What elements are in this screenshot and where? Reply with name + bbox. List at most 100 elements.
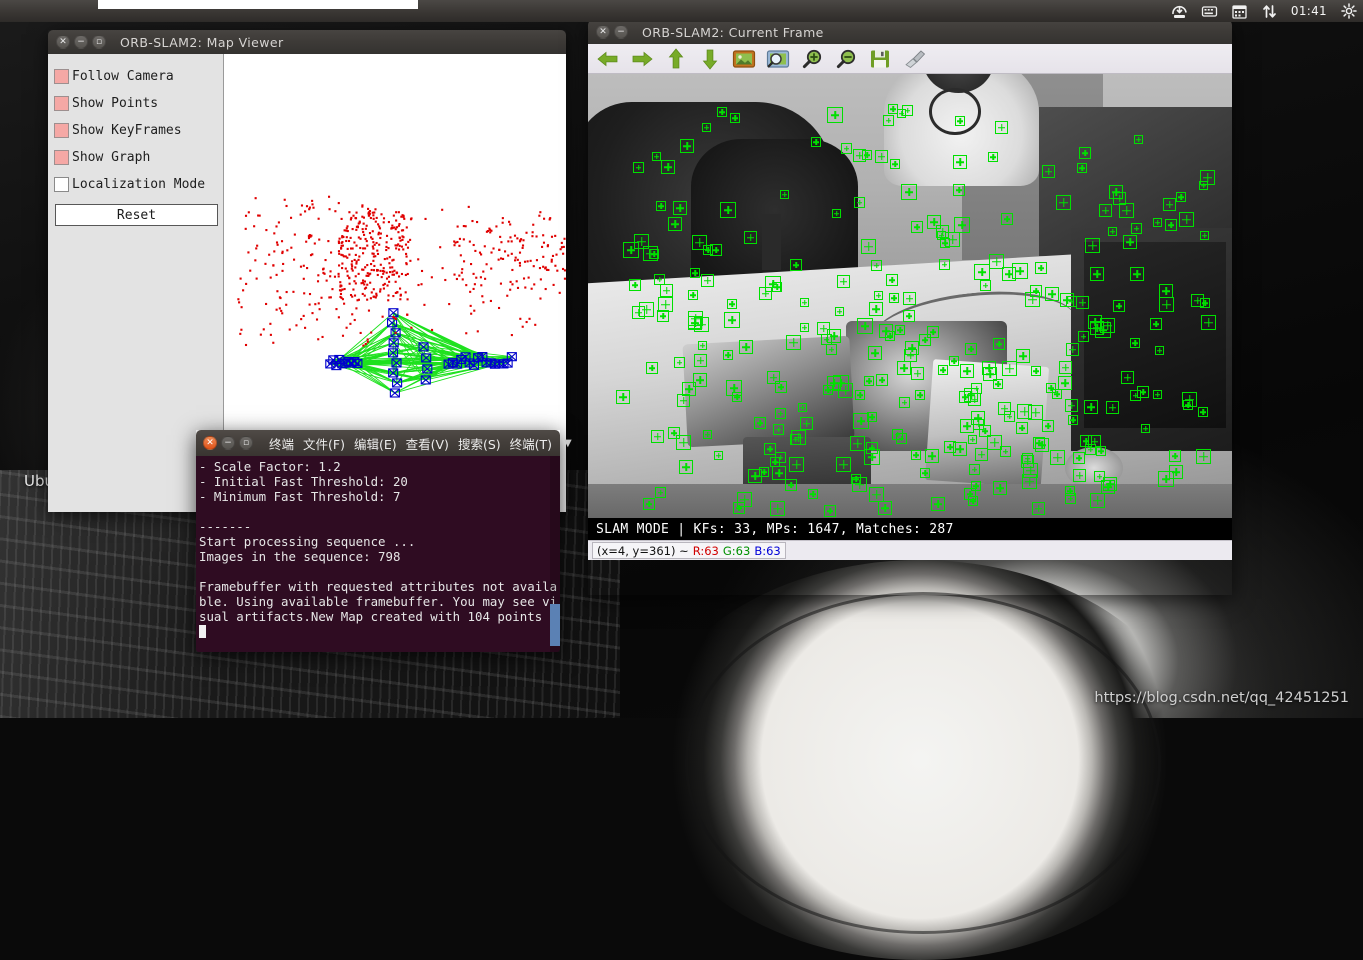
terminal-scrollbar-track[interactable]	[550, 456, 560, 652]
checkbox-row-localization-mode[interactable]: Localization Mode	[54, 171, 215, 198]
checkbox-row-follow-camera[interactable]: Follow Camera	[54, 63, 215, 90]
checkbox-show-graph[interactable]	[54, 150, 69, 165]
orb-keypoint	[1182, 392, 1197, 407]
map-point	[335, 308, 337, 310]
orb-keypoint	[660, 284, 673, 297]
zoom-out-icon[interactable]	[832, 46, 860, 72]
down-arrow-icon[interactable]	[696, 46, 724, 72]
close-icon[interactable]: ✕	[596, 25, 610, 39]
orb-keypoint	[1025, 292, 1040, 307]
menu-file[interactable]: 文件(F)	[303, 434, 345, 453]
orb-keypoint	[1085, 238, 1100, 253]
terminal-body[interactable]: - Scale Factor: 1.2 - Initial Fast Thres…	[196, 456, 560, 652]
menu-view[interactable]: 查看(V)	[406, 434, 449, 453]
maximize-icon[interactable]: ▫	[239, 436, 253, 450]
up-arrow-icon[interactable]	[662, 46, 690, 72]
orb-keypoint	[668, 427, 680, 439]
orb-keypoint	[1090, 321, 1104, 335]
zoom-fit-icon[interactable]	[764, 46, 792, 72]
map-point	[396, 291, 398, 293]
orb-keypoint	[1052, 389, 1062, 399]
current-frame-window[interactable]: ✕ − ORB-SLAM2: Current Frame	[588, 20, 1232, 595]
map-point	[524, 261, 526, 263]
forward-arrow-icon[interactable]	[628, 46, 656, 72]
map-point	[346, 327, 348, 329]
checkbox-show-points[interactable]	[54, 96, 69, 111]
orb-keypoint	[1068, 415, 1078, 425]
chevron-down-icon[interactable]: ▼	[564, 438, 572, 449]
orb-keypoint	[897, 109, 906, 118]
map-point	[397, 231, 399, 233]
checkbox-row-show-keyframes[interactable]: Show KeyFrames	[54, 117, 215, 144]
orb-keypoint	[1016, 349, 1030, 363]
terminal-scrollbar-thumb[interactable]	[550, 604, 560, 646]
map-point	[388, 281, 390, 283]
map-point	[490, 268, 492, 270]
back-arrow-icon[interactable]	[594, 46, 622, 72]
map-point	[507, 254, 509, 256]
orb-keypoint	[694, 354, 707, 367]
reset-button[interactable]: Reset	[55, 204, 218, 226]
map-point	[309, 304, 311, 306]
map-point	[495, 225, 497, 227]
map-viewer-titlebar[interactable]: ✕ − ▫ ORB-SLAM2: Map Viewer	[48, 30, 566, 54]
checkbox-row-show-graph[interactable]: Show Graph	[54, 144, 215, 171]
minimize-icon[interactable]: −	[221, 436, 235, 450]
minimize-icon[interactable]: −	[614, 25, 628, 39]
terminal-window[interactable]: ✕ − ▫ 终端 文件(F) 编辑(E) 查看(V) 搜索(S) 终端(T) ▼…	[196, 430, 560, 652]
map-point	[348, 211, 350, 213]
menu-terminal-app[interactable]: 终端	[269, 434, 294, 453]
map-point	[456, 241, 458, 243]
checkbox-show-keyframes[interactable]	[54, 123, 69, 138]
map-point	[388, 221, 390, 223]
orb-keypoint	[861, 239, 876, 254]
zoom-in-icon[interactable]	[798, 46, 826, 72]
map-point	[544, 267, 546, 269]
software-update-icon[interactable]	[1171, 3, 1188, 20]
map-point	[480, 276, 482, 278]
pixel-blue-value: B:63	[754, 544, 780, 558]
map-point	[560, 248, 562, 250]
map-point	[545, 288, 547, 290]
orb-keypoint	[1119, 203, 1134, 218]
network-transfer-icon[interactable]	[1261, 3, 1278, 20]
current-frame-image[interactable]: SLAM MODE | KFs: 33, MPs: 1647, Matches:…	[588, 74, 1232, 540]
image-icon[interactable]	[730, 46, 758, 72]
map-point	[304, 210, 306, 212]
top-panel[interactable]: 01:41	[0, 0, 1363, 22]
save-icon[interactable]	[866, 46, 894, 72]
orb-keypoint	[832, 209, 841, 218]
map-point	[341, 242, 343, 244]
minimize-icon[interactable]: −	[74, 35, 88, 49]
map-point	[410, 327, 412, 329]
map-point	[366, 299, 368, 301]
menu-terminal[interactable]: 终端(T)	[510, 434, 552, 453]
checkbox-follow-camera[interactable]	[54, 69, 69, 84]
map-point	[522, 244, 524, 246]
clock-label[interactable]: 01:41	[1291, 4, 1327, 18]
checkbox-row-show-points[interactable]: Show Points	[54, 90, 215, 117]
close-icon[interactable]: ✕	[56, 35, 70, 49]
map-point	[535, 235, 537, 237]
current-frame-titlebar[interactable]: ✕ − ORB-SLAM2: Current Frame	[588, 20, 1232, 44]
clear-brush-icon[interactable]	[900, 46, 928, 72]
terminal-menubar[interactable]: 终端 文件(F) 编辑(E) 查看(V) 搜索(S) 终端(T) ▼	[269, 434, 572, 453]
close-icon[interactable]: ✕	[203, 436, 217, 450]
menu-search[interactable]: 搜索(S)	[458, 434, 501, 453]
keyboard-icon[interactable]	[1201, 3, 1218, 20]
map-point	[248, 211, 250, 213]
system-tray[interactable]: 01:41	[1171, 0, 1357, 22]
orb-keypoint	[903, 292, 916, 305]
map-point	[348, 240, 350, 242]
frame-toolbar[interactable]	[588, 44, 1232, 74]
terminal-titlebar[interactable]: ✕ − ▫ 终端 文件(F) 编辑(E) 查看(V) 搜索(S) 终端(T) ▼	[196, 430, 560, 456]
checkbox-localization-mode[interactable]	[54, 177, 69, 192]
orb-keypoint	[690, 268, 700, 278]
menu-edit[interactable]: 编辑(E)	[354, 434, 397, 453]
system-settings-icon[interactable]	[1340, 3, 1357, 20]
calendar-icon[interactable]	[1231, 3, 1248, 20]
maximize-icon[interactable]: ▫	[92, 35, 106, 49]
map-point	[383, 267, 385, 269]
map-point	[460, 254, 462, 256]
map-point	[519, 252, 521, 254]
